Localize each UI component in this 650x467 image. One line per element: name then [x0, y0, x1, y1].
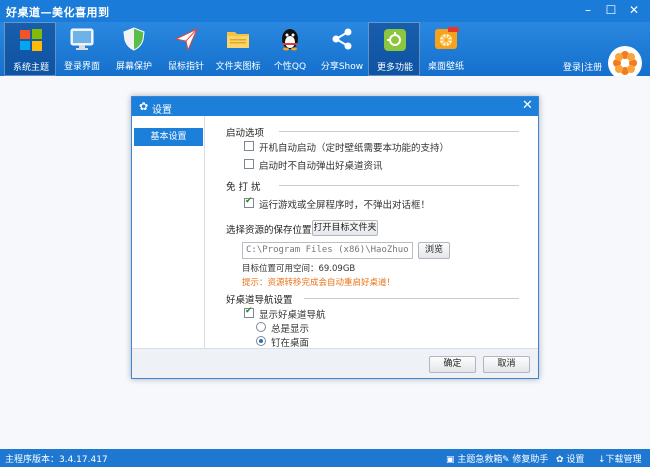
tool-screensaver[interactable]: 屏幕保护	[108, 22, 160, 76]
title-bar: 好桌道—美化喜用到 – ☐ ✕	[0, 0, 650, 22]
qq-penguin-icon	[282, 29, 298, 51]
close-icon[interactable]: ✕	[624, 2, 644, 18]
cursor-icon	[174, 27, 198, 52]
tool-custom-qq[interactable]: 个性QQ	[264, 22, 316, 76]
download-icon: ↓	[598, 455, 606, 465]
monitor-icon	[70, 28, 94, 50]
tool-desktop-wallpaper[interactable]: 桌面壁纸	[420, 22, 472, 76]
gear-icon: ✿	[556, 455, 567, 465]
download-manager-link[interactable]: ↓下载管理	[598, 452, 642, 465]
windows-logo-icon	[20, 29, 42, 51]
share-icon	[332, 28, 352, 50]
app-title: 好桌道—美化喜用到	[6, 6, 110, 19]
section-divider	[279, 185, 519, 186]
autostart-label: 开机自动启动（定时壁纸需要本功能的支持）	[259, 143, 450, 154]
sidebar-item-basic-settings[interactable]: 基本设置	[134, 128, 203, 146]
login-link[interactable]: 登录	[563, 63, 581, 73]
always-show-radio[interactable]	[256, 322, 266, 332]
always-show-label: 总是显示	[271, 324, 310, 335]
tool-system-theme[interactable]: 系统主题	[4, 22, 56, 76]
dialog-close-icon[interactable]: ✕	[522, 98, 533, 113]
section-title-do-not-disturb: 免 打 扰	[226, 182, 261, 193]
shield-icon	[123, 27, 145, 51]
register-link[interactable]: 注册	[584, 63, 602, 73]
ok-button[interactable]: 确定	[429, 356, 476, 373]
cancel-button[interactable]: 取消	[483, 356, 530, 373]
tool-share-show[interactable]: 分享Show	[316, 22, 368, 76]
folder-icon	[227, 32, 249, 48]
repair-assistant-link[interactable]: ✎ 修复助手	[502, 452, 548, 465]
tool-login-screen[interactable]: 登录界面	[56, 22, 108, 76]
browse-button[interactable]: 浏览	[418, 242, 450, 259]
no-popup-fullscreen-label: 运行游戏或全屏程序时，不弹出对话框！	[259, 200, 431, 211]
tool-mouse-pointer[interactable]: 鼠标指针	[160, 22, 212, 76]
tool-folder-icons[interactable]: 文件夹图标	[212, 22, 264, 76]
tools-icon	[384, 29, 406, 51]
main-toolbar: 系统主题 登录界面 屏幕保护 鼠标指针 文件夹图标 个性QQ 分享Show 更多…	[0, 22, 650, 80]
settings-sidebar: 基本设置	[132, 116, 205, 348]
orange-wallpaper-icon	[435, 27, 459, 49]
section-title-startup: 启动选项	[226, 128, 265, 139]
show-nav-checkbox[interactable]	[244, 306, 254, 318]
autostart-checkbox[interactable]	[244, 141, 254, 151]
status-bar: 主程序版本：3.4.17.417 ▣ 主题急救箱 ✎ 修复助手 ✿ 设置 ↓下载…	[0, 449, 650, 467]
storage-path-input[interactable]: C:\Program Files (x86)\HaoZhuo	[242, 242, 413, 259]
no-popup-fullscreen-checkbox[interactable]	[244, 196, 254, 208]
storage-location-label: 选择资源的保存位置：	[226, 225, 322, 236]
maximize-icon[interactable]: ☐	[601, 2, 621, 18]
theme-rescue-link[interactable]: ▣ 主题急救箱	[446, 452, 502, 465]
gear-icon: ✿	[139, 100, 149, 113]
dialog-title: 设置	[152, 105, 172, 116]
settings-body: 启动选项 开机自动启动（定时壁纸需要本功能的支持） 启动时不自动弹出好桌道资讯 …	[206, 116, 538, 348]
section-divider	[304, 298, 519, 299]
open-folder-button[interactable]: 打开目标文件夹	[312, 220, 378, 236]
dialog-header: ✿ 设置 ✕	[132, 97, 538, 116]
account-links: 登录|注册	[563, 60, 602, 73]
no-news-popup-label: 启动时不自动弹出好桌道资讯	[259, 161, 383, 172]
transfer-tip-text: 提示：资源转移完成会自动重启好桌道！	[242, 278, 396, 288]
section-title-navigation: 好桌道导航设置	[226, 295, 293, 306]
settings-dialog: ✿ 设置 ✕ 基本设置 启动选项 开机自动启动（定时壁纸需要本功能的支持） 启动…	[131, 96, 539, 379]
flower-logo-icon	[608, 46, 642, 80]
tool-more-features[interactable]: 更多功能	[368, 22, 420, 76]
first-aid-icon: ▣	[446, 455, 458, 465]
minimize-icon[interactable]: –	[578, 2, 598, 18]
no-news-popup-checkbox[interactable]	[244, 159, 254, 169]
pin-desktop-radio[interactable]	[256, 336, 266, 346]
dialog-footer: 确定 取消	[132, 348, 538, 378]
show-nav-label: 显示好桌道导航	[259, 310, 326, 321]
section-divider	[279, 131, 519, 132]
settings-link[interactable]: ✿ 设置	[556, 452, 584, 465]
free-space-text: 目标位置可用空间：69.09GB	[242, 264, 356, 274]
version-text: 主程序版本：3.4.17.417	[5, 455, 108, 465]
wrench-icon: ✎	[502, 455, 513, 465]
pin-desktop-label: 钉在桌面	[271, 338, 310, 348]
